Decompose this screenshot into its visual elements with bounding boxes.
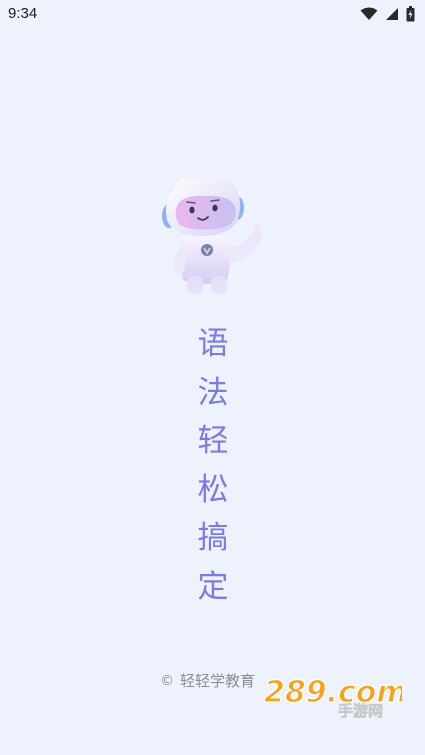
watermark-logo: 289.com 手游网 — [262, 674, 408, 720]
copyright-footer: © 轻轻学教育 — [160, 670, 255, 691]
slogan-vertical: 语 法 轻 松 搞 定 — [193, 320, 233, 611]
company-name: 轻轻学教育 — [180, 672, 256, 690]
signal-icon — [385, 7, 399, 21]
slogan-char: 搞 — [197, 520, 229, 556]
battery-icon — [406, 6, 415, 22]
status-bar: 9:34 — [0, 0, 425, 30]
slogan-char: 轻 — [197, 423, 229, 459]
slogan-char: 定 — [197, 568, 229, 605]
slogan-char: 法 — [197, 374, 229, 411]
status-time: 9:34 — [8, 5, 38, 22]
watermark-sub-text: 手游网 — [338, 702, 383, 718]
copyright-icon: © — [160, 672, 174, 689]
slogan-char: 松 — [197, 471, 229, 508]
wifi-icon — [360, 7, 378, 21]
slogan-char: 语 — [197, 326, 229, 362]
status-icons — [360, 6, 415, 22]
robot-mascot-icon — [157, 170, 267, 300]
